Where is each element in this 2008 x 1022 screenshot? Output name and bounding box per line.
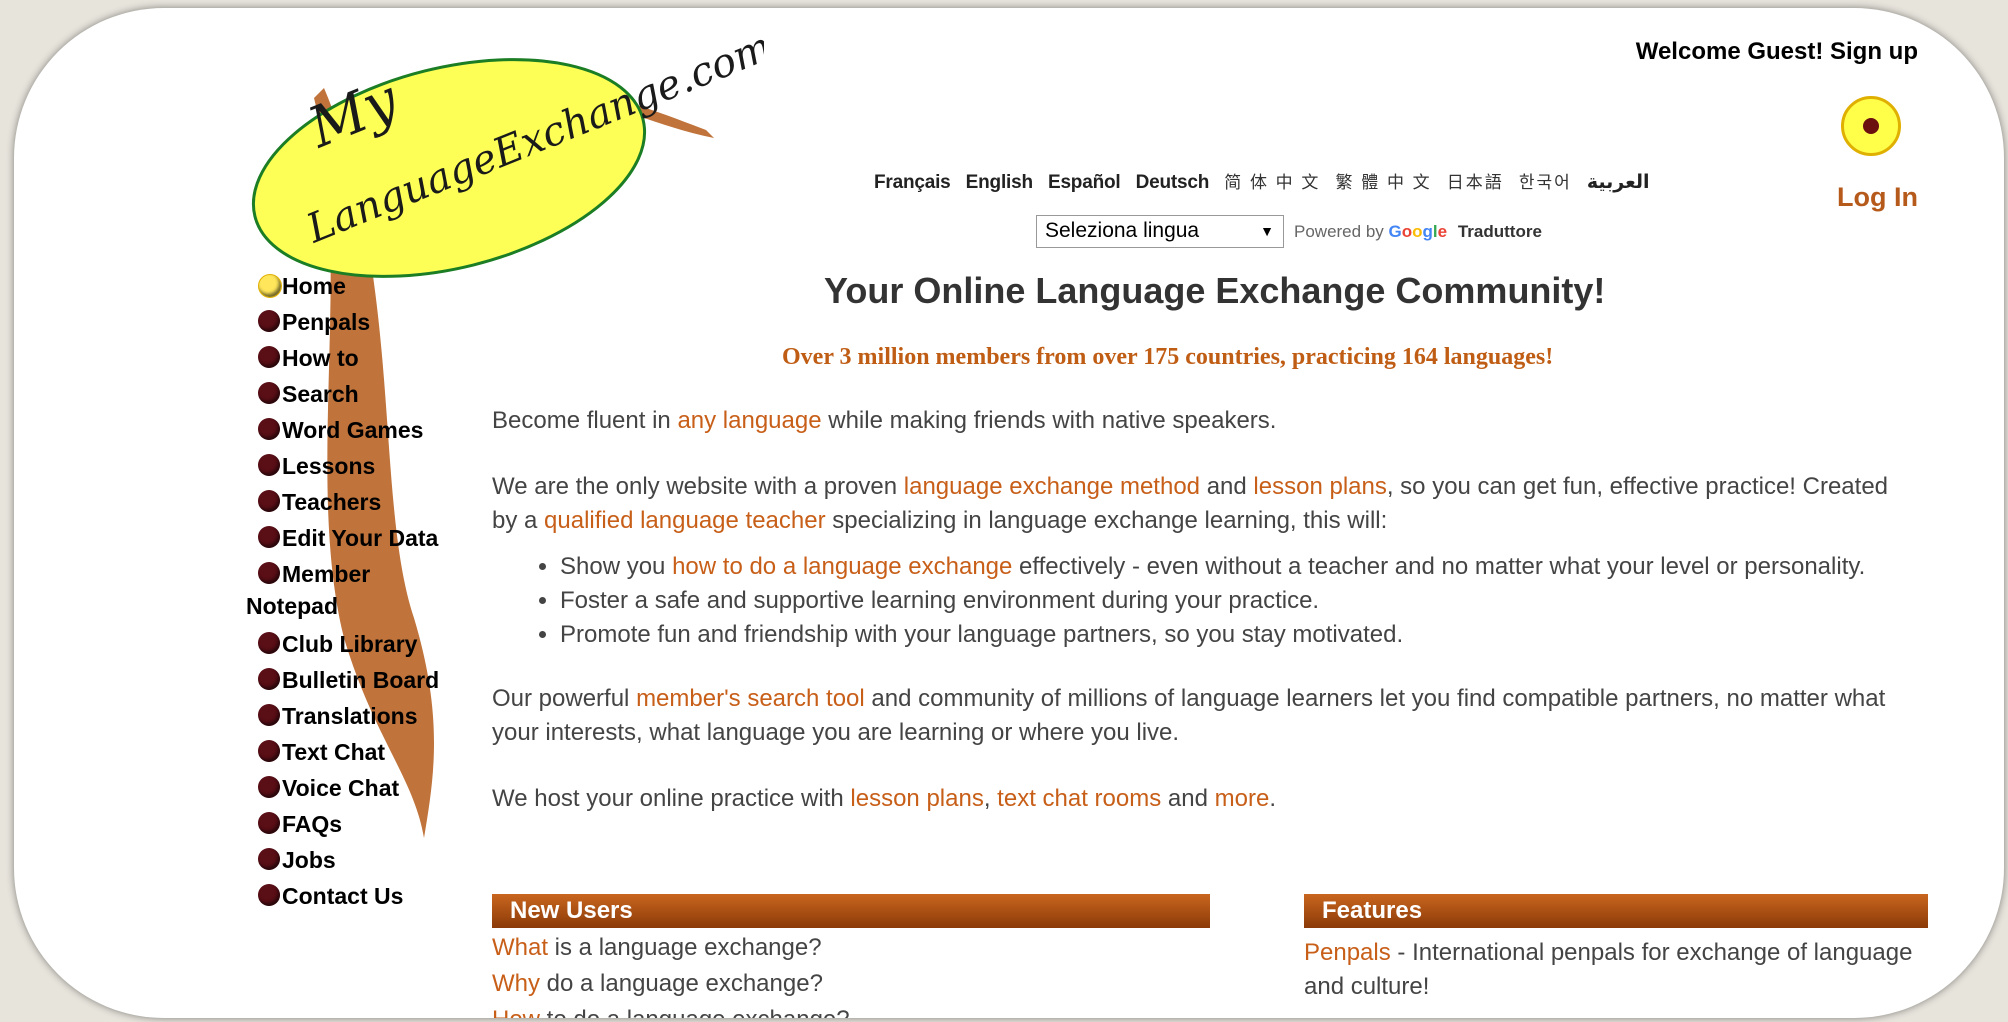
text-chat-rooms-link[interactable]: text chat rooms [997,785,1161,812]
bullet-icon [258,382,280,404]
active-bullet-icon [258,274,282,298]
login-link[interactable]: Log In [1837,182,1918,213]
bullet-icon [258,310,280,332]
benefits-list: Show you how to do a language exchange e… [492,550,1912,652]
bullet-icon [258,418,280,440]
sidebar-item-jobs[interactable]: Jobs [246,844,439,880]
bullet-icon [258,668,280,690]
lang-english[interactable]: English [966,172,1033,193]
language-select-value: Seleziona lingua [1045,219,1200,242]
sidebar-item-search[interactable]: Search [246,378,439,414]
sidebar-item-member-notepad[interactable]: Member Notepad [246,558,439,628]
powered-by-google: Powered by Google Traduttore [1294,222,1542,241]
member-search-link[interactable]: member's search tool [636,685,865,712]
login-icon[interactable] [1841,96,1901,156]
qualified-teacher-link[interactable]: qualified language teacher [544,507,826,534]
penpals-feature-link[interactable]: Penpals [1304,939,1391,966]
sidebar-item-teachers[interactable]: Teachers [246,486,439,522]
lesson-plans-link-2[interactable]: lesson plans [850,785,983,812]
language-links: Français English Español Deutsch 简 体 中 文… [874,168,1659,194]
sidebar-item-word-games[interactable]: Word Games [246,414,439,450]
what-link[interactable]: What [492,934,548,961]
lesson-plans-link[interactable]: lesson plans [1253,473,1386,500]
host-paragraph: We host your online practice with lesson… [492,785,1276,812]
new-users-panel: New Users What is a language exchange? W… [492,894,1210,1018]
new-users-title: New Users [492,894,1210,928]
features-panel: Features Penpals - International penpals… [1304,894,1928,1004]
list-item: What is a language exchange? [492,934,822,961]
bullet-icon [258,704,280,726]
bullet-icon [258,490,280,512]
method-paragraph: We are the only website with a proven la… [492,473,1889,534]
features-title: Features [1304,894,1928,928]
bullet-icon [258,776,280,798]
sidebar-item-home[interactable]: Home [246,270,439,306]
list-item: Penpals - International penpals for exch… [1304,939,1913,1000]
bullet-icon [258,632,280,654]
sidebar-item-voice-chat[interactable]: Voice Chat [246,772,439,808]
page-subtitle: Over 3 million members from over 175 cou… [782,344,1554,370]
sidebar-item-club-library[interactable]: Club Library [246,628,439,664]
bullet-icon [258,454,280,476]
bullet-icon [258,346,280,368]
lang-french[interactable]: Français [874,172,951,193]
features-list: Penpals - International penpals for exch… [1304,936,1928,1004]
new-users-links: What is a language exchange? Why do a la… [492,930,1210,1018]
sidebar-item-faqs[interactable]: FAQs [246,808,439,844]
any-language-link[interactable]: any language [677,407,821,434]
sidebar-item-how-to[interactable]: How to [246,342,439,378]
list-item: Why do a language exchange? [492,970,823,997]
list-item: How to do a language exchange? [492,1002,1210,1018]
lang-japanese[interactable]: 日本語 [1447,173,1504,192]
list-item: Show you how to do a language exchange e… [560,550,1912,584]
lang-spanish[interactable]: Español [1048,172,1121,193]
page-title: Your Online Language Exchange Community! [824,270,1606,311]
how-to-exchange-link[interactable]: how to do a language exchange [672,553,1012,580]
site-logo[interactable]: My LanguageExchange.com [244,38,764,288]
lang-traditional-chinese[interactable]: 繁 體 中 文 [1336,173,1432,192]
bullet-icon [258,884,280,906]
list-item: Foster a safe and supportive learning en… [560,584,1912,618]
sidebar-nav: Home Penpals How to Search Word Games Le… [246,270,439,916]
bullet-icon [258,848,280,870]
exchange-method-link[interactable]: language exchange method [904,473,1200,500]
lang-german[interactable]: Deutsch [1136,172,1210,193]
language-select[interactable]: Seleziona lingua ▼ [1036,215,1284,248]
sidebar-item-translations[interactable]: Translations [246,700,439,736]
sidebar-item-bulletin-board[interactable]: Bulletin Board [246,664,439,700]
sidebar-item-penpals[interactable]: Penpals [246,306,439,342]
list-item: Promote fun and friendship with your lan… [560,618,1912,652]
bullet-icon [258,740,280,762]
lang-simplified-chinese[interactable]: 简 体 中 文 [1224,173,1320,192]
google-logo: Google [1388,222,1448,241]
bullet-icon [258,526,280,548]
sidebar-item-edit-data[interactable]: Edit Your Data [246,522,439,558]
welcome-signup[interactable]: Welcome Guest! Sign up [1636,38,1918,66]
why-link[interactable]: Why [492,970,540,997]
sidebar-item-text-chat[interactable]: Text Chat [246,736,439,772]
lang-arabic[interactable]: العربية [1587,172,1650,193]
dropdown-arrow-icon: ▼ [1260,223,1274,239]
translator-link[interactable]: Traduttore [1458,222,1542,241]
lang-korean[interactable]: 한국어 [1519,173,1572,192]
intro-paragraph: Become fluent in any language while maki… [492,407,1277,434]
main-content: Become fluent in any language while maki… [492,404,1912,848]
bullet-icon [258,812,280,834]
browser-page: My LanguageExchange.com Welcome Guest! S… [14,8,2004,1018]
search-paragraph: Our powerful member's search tool and co… [492,685,1886,746]
how-link[interactable]: How [492,1006,540,1018]
bullet-icon [258,562,280,584]
sidebar-item-lessons[interactable]: Lessons [246,450,439,486]
sidebar-item-contact[interactable]: Contact Us [246,880,439,916]
more-link[interactable]: more [1215,785,1270,812]
